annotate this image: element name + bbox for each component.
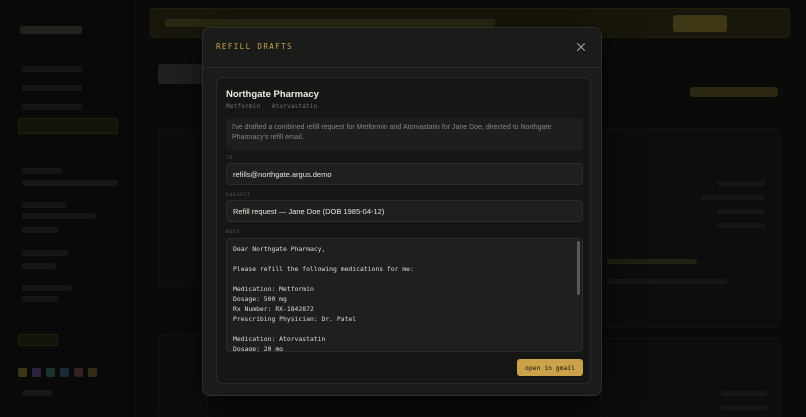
open-in-gmail-button[interactable]: open in gmail [517, 359, 583, 376]
modal-title: REFILL DRAFTS [216, 42, 293, 51]
draft-card: Northgate Pharmacy Metformin · Atorvasta… [216, 77, 591, 384]
draft-summary: I've drafted a combined refill request f… [226, 118, 583, 150]
body-field[interactable]: Dear Northgate Pharmacy, Please refill t… [226, 238, 583, 352]
pharmacy-name: Northgate Pharmacy [226, 89, 319, 100]
to-label: TO [226, 156, 234, 161]
medications-line: Metformin · Atorvastatin [226, 103, 318, 110]
body-text[interactable]: Dear Northgate Pharmacy, Please refill t… [233, 244, 572, 351]
scrollbar-thumb[interactable] [577, 241, 580, 295]
subject-label: SUBJECT [226, 193, 251, 198]
modal-header: REFILL DRAFTS [203, 28, 601, 68]
subject-field[interactable] [226, 200, 583, 222]
to-field[interactable] [226, 163, 583, 185]
close-icon[interactable] [575, 41, 587, 53]
body-scrollbar[interactable] [577, 241, 580, 349]
body-label: BODY [226, 230, 241, 235]
refill-drafts-modal: REFILL DRAFTS Northgate Pharmacy Metform… [202, 27, 602, 396]
